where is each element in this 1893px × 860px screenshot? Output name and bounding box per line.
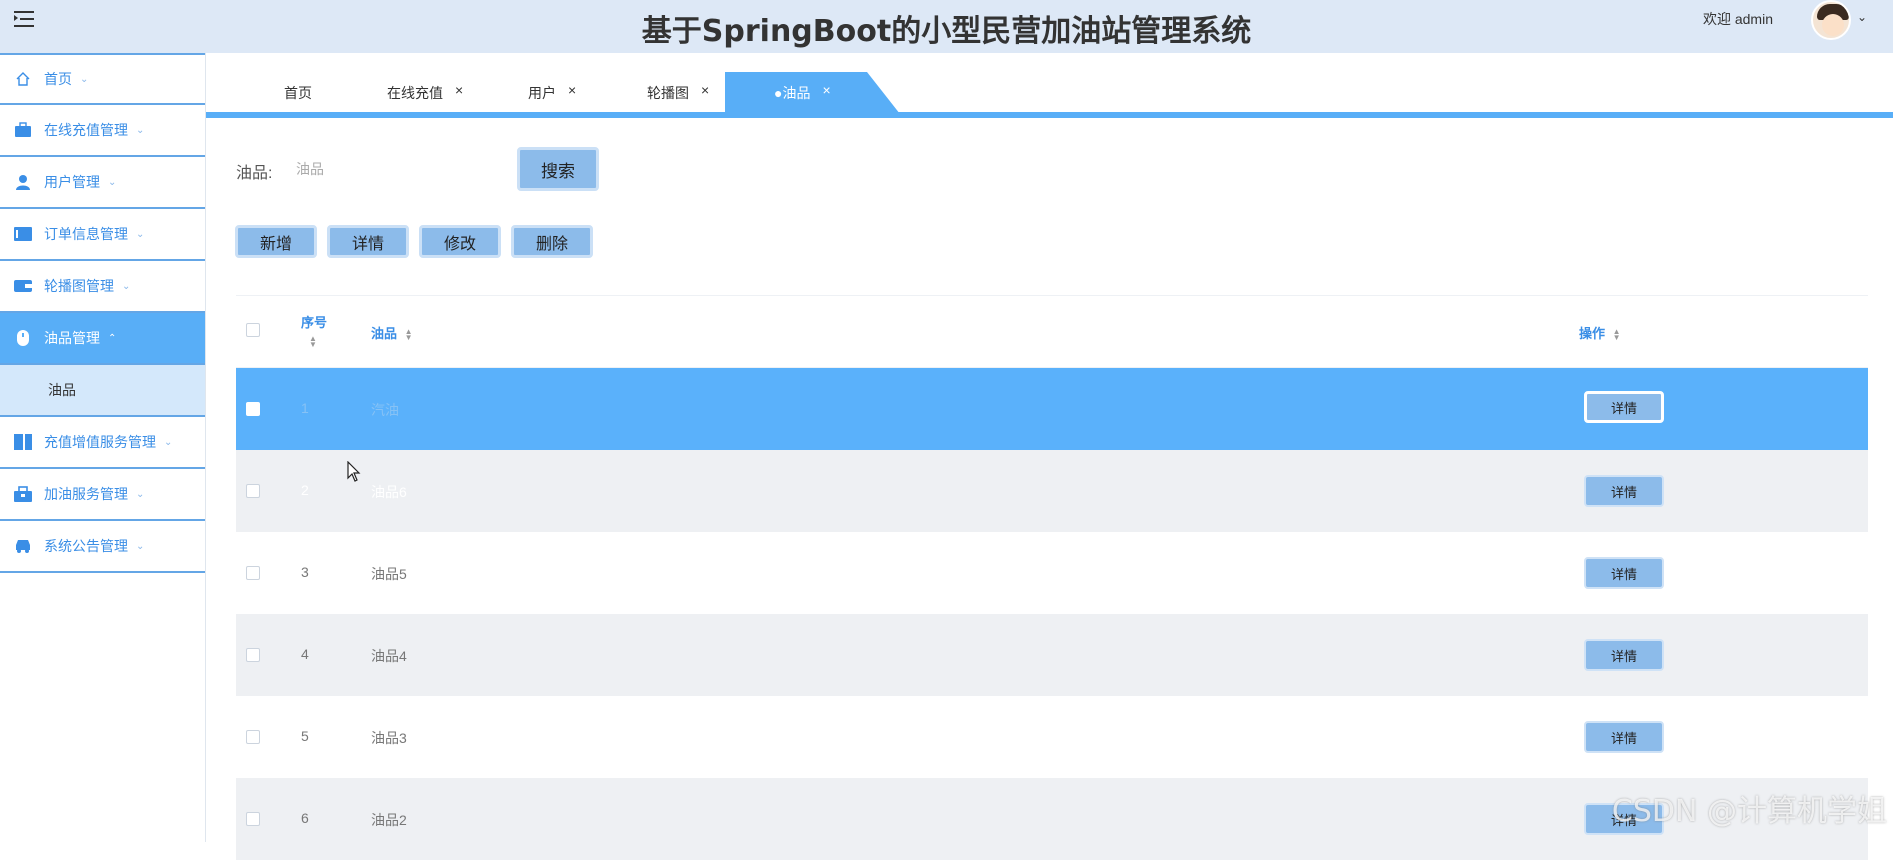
table-row[interactable]: 2 油品6 详情 xyxy=(236,450,1868,532)
chevron-down-icon: ⌄ xyxy=(108,176,117,188)
sidebar-item-label: 用户管理 xyxy=(44,174,100,190)
toolbox-icon xyxy=(14,486,32,502)
cell-index: 5 xyxy=(301,728,309,744)
welcome-text: 欢迎 admin xyxy=(1702,11,1773,27)
tab-underline xyxy=(206,112,1893,118)
cell-index: 4 xyxy=(301,646,309,662)
row-detail-button[interactable]: 详情 xyxy=(1584,721,1664,753)
table-row[interactable]: 4 油品4 详情 xyxy=(236,614,1868,696)
close-icon[interactable]: × xyxy=(568,82,576,98)
sidebar-item-carousel[interactable]: 轮播图管理 ⌄ xyxy=(0,261,205,313)
cell-name: 油品2 xyxy=(371,812,407,828)
sort-icon[interactable]: ▲ ▼ xyxy=(405,327,413,341)
edit-button[interactable]: 修改 xyxy=(419,225,501,258)
row-checkbox[interactable] xyxy=(246,402,260,416)
tab-carousel[interactable]: 轮播图 × xyxy=(647,72,709,114)
watermark: CSDN @计算机学姐 xyxy=(1611,794,1887,829)
search-input[interactable] xyxy=(296,153,506,185)
search-label: 油品: xyxy=(236,165,273,182)
column-header-index[interactable]: 序号 ▲ ▼ xyxy=(301,312,327,348)
mouse-icon xyxy=(14,330,32,346)
sort-icon[interactable]: ▲ ▼ xyxy=(1613,327,1621,341)
row-checkbox[interactable] xyxy=(246,648,260,662)
chevron-down-icon: ⌄ xyxy=(80,73,89,85)
sidebar: 首页 ⌄ 在线充值管理 ⌄ 用户管理 ⌄ 订单信息管理 ⌄ 轮播图管理 ⌄ 油品… xyxy=(0,53,206,842)
chevron-down-icon: ⌄ xyxy=(122,280,131,292)
sidebar-item-users[interactable]: 用户管理 ⌄ xyxy=(0,157,205,209)
row-checkbox[interactable] xyxy=(246,730,260,744)
tab-oil[interactable]: ●油品 × xyxy=(774,72,831,114)
tab-home[interactable]: 首页 xyxy=(284,72,312,114)
select-all-checkbox[interactable] xyxy=(246,323,260,337)
chevron-down-icon: ⌄ xyxy=(136,228,145,240)
card-icon xyxy=(14,226,32,242)
sidebar-item-label: 首页 xyxy=(44,71,72,87)
detail-button[interactable]: 详情 xyxy=(327,225,409,258)
column-header-actions: 操作 ▲ ▼ xyxy=(1579,326,1621,342)
sidebar-item-home[interactable]: 首页 ⌄ xyxy=(0,53,205,105)
sidebar-item-label: 轮播图管理 xyxy=(44,278,114,294)
row-detail-button[interactable]: 详情 xyxy=(1584,639,1664,671)
row-detail-button[interactable]: 详情 xyxy=(1584,391,1664,423)
search-button[interactable]: 搜索 xyxy=(517,147,599,191)
cell-index: 1 xyxy=(301,400,309,416)
cell-index: 3 xyxy=(301,564,309,580)
sidebar-item-orders[interactable]: 订单信息管理 ⌄ xyxy=(0,209,205,261)
close-icon[interactable]: × xyxy=(701,82,709,98)
cell-name: 油品6 xyxy=(371,484,407,500)
sidebar-item-recharge[interactable]: 在线充值管理 ⌄ xyxy=(0,105,205,157)
tab-users[interactable]: 用户 × xyxy=(528,72,576,114)
sidebar-item-label: 订单信息管理 xyxy=(44,226,128,242)
sidebar-item-label: 在线充值管理 xyxy=(44,122,128,138)
cell-index: 2 xyxy=(301,482,309,498)
row-detail-button[interactable]: 详情 xyxy=(1584,557,1664,589)
close-icon[interactable]: × xyxy=(455,82,463,98)
close-icon[interactable]: × xyxy=(822,82,830,98)
cell-name: 油品3 xyxy=(371,730,407,746)
home-icon xyxy=(14,71,32,87)
sidebar-item-label: 系统公告管理 xyxy=(44,538,128,554)
mouse-cursor-icon xyxy=(347,461,361,482)
chevron-down-icon: ⌄ xyxy=(136,488,145,500)
row-detail-button[interactable]: 详情 xyxy=(1584,475,1664,507)
sidebar-item-value-added[interactable]: 充值增值服务管理 ⌄ xyxy=(0,417,205,469)
columns-icon xyxy=(14,434,32,450)
chevron-up-icon: ⌃ xyxy=(108,332,117,344)
vehicle-icon xyxy=(14,538,32,554)
row-checkbox[interactable] xyxy=(246,566,260,580)
tab-recharge[interactable]: 在线充值 × xyxy=(387,72,463,114)
cell-name: 油品5 xyxy=(371,566,407,582)
row-checkbox[interactable] xyxy=(246,484,260,498)
sort-icon[interactable]: ▲ ▼ xyxy=(309,334,317,348)
sidebar-item-notices[interactable]: 系统公告管理 ⌄ xyxy=(0,521,205,573)
cell-name: 油品4 xyxy=(371,648,407,664)
table-row[interactable]: 5 油品3 详情 xyxy=(236,696,1868,778)
chevron-down-icon[interactable]: ⌄ xyxy=(1857,10,1867,24)
table-row[interactable]: 1 汽油 详情 xyxy=(236,368,1868,450)
briefcase-icon xyxy=(14,122,32,138)
sidebar-item-oil[interactable]: 油品管理 ⌃ xyxy=(0,313,205,365)
column-header-name[interactable]: 油品 ▲ ▼ xyxy=(371,323,413,342)
chevron-down-icon: ⌄ xyxy=(136,540,145,552)
row-checkbox[interactable] xyxy=(246,812,260,826)
table-row[interactable]: 3 油品5 详情 xyxy=(236,532,1868,614)
sidebar-subitem-oil[interactable]: 油品 xyxy=(0,365,205,417)
app-title: 基于SpringBoot的小型民营加油站管理系统 xyxy=(641,14,1252,49)
add-button[interactable]: 新增 xyxy=(235,225,317,258)
sidebar-item-label: 油品管理 xyxy=(44,330,100,346)
sidebar-item-label: 加油服务管理 xyxy=(44,486,128,502)
header-bar: 基于SpringBoot的小型民营加油站管理系统 欢迎 admin ⌄ xyxy=(0,0,1893,53)
cell-index: 6 xyxy=(301,810,309,826)
sidebar-item-label: 充值增值服务管理 xyxy=(44,434,156,450)
sidebar-item-fuel-service[interactable]: 加油服务管理 ⌄ xyxy=(0,469,205,521)
table-header: 序号 ▲ ▼ 油品 ▲ ▼ 操作 ▲ ▼ xyxy=(236,296,1868,368)
chevron-down-icon: ⌄ xyxy=(164,436,173,448)
user-icon xyxy=(14,174,32,190)
chevron-down-icon: ⌄ xyxy=(136,124,145,136)
data-table: 序号 ▲ ▼ 油品 ▲ ▼ 操作 ▲ ▼ 1 汽油 详情 2 油品6 详情 3 油品5… xyxy=(236,295,1868,860)
avatar[interactable] xyxy=(1811,0,1851,40)
cell-name: 汽油 xyxy=(371,402,399,418)
wallet-icon xyxy=(14,278,32,294)
delete-button[interactable]: 删除 xyxy=(511,225,593,258)
